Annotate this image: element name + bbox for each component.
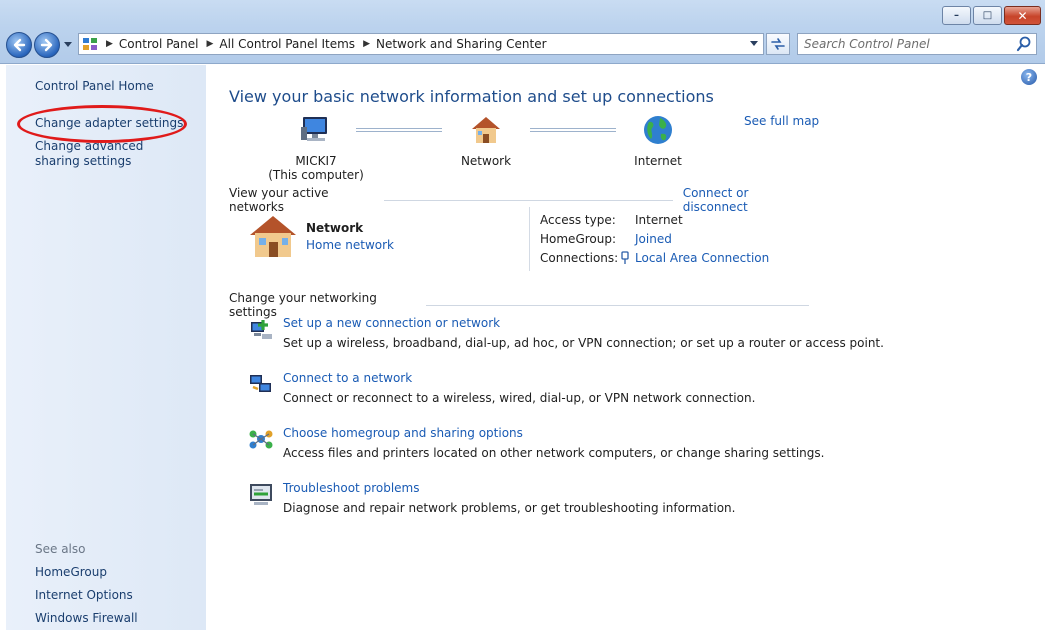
chevron-down-icon [750,41,758,46]
homegroup-label: HomeGroup: [540,232,617,246]
address-history-dropdown[interactable] [747,37,761,51]
sidebar-link-internet-options[interactable]: Internet Options [35,588,133,603]
connect-to-network-desc: Connect or reconnect to a wireless, wire… [283,391,756,405]
control-panel-icon [83,38,97,50]
help-icon[interactable]: ? [1021,69,1037,85]
window-frame: – □ ✕ ▶ Control Panel ▶ All Control Pane… [0,0,1045,64]
sidebar-link-control-panel-home[interactable]: Control Panel Home [35,79,154,94]
active-network: Network Home network [248,213,394,259]
map-connector [356,128,442,132]
homegroup-icon [249,430,273,449]
settings-title: Change your networking settings [229,291,377,319]
refresh-icon [771,38,785,50]
minimize-button[interactable]: – [942,6,971,25]
chevron-down-icon [64,42,72,47]
internet-label: Internet [634,154,682,168]
map-node-network[interactable]: Network [446,113,526,168]
troubleshoot-link[interactable]: Troubleshoot problems [283,481,419,495]
globe-icon [644,116,672,144]
sidebar-link-homegroup[interactable]: HomeGroup [35,565,107,580]
connect-network-icon [250,375,271,392]
refresh-button[interactable] [766,33,790,55]
new-connection-icon [251,320,272,339]
computer-icon [301,117,327,141]
search-icon[interactable] [1015,35,1033,53]
forward-button[interactable] [34,32,60,58]
back-arrow-icon [13,38,26,52]
close-button[interactable]: ✕ [1004,6,1041,25]
breadcrumb-separator-icon: ▶ [363,39,370,49]
section-divider [426,304,809,306]
sidebar-link-windows-firewall[interactable]: Windows Firewall [35,611,138,626]
house-icon [472,117,500,143]
breadcrumb-control-panel[interactable]: Control Panel [119,37,199,51]
search-box [797,33,1037,55]
access-type-label: Access type: [540,213,616,227]
active-networks-header: View your active networks Connect or dis… [229,186,809,214]
maximize-button[interactable]: □ [973,6,1002,25]
map-node-computer: MICKI7 (This computer) [256,113,376,182]
connect-to-network-link[interactable]: Connect to a network [283,371,412,385]
see-full-map-link[interactable]: See full map [744,114,819,128]
network-type-link[interactable]: Home network [306,238,394,252]
search-input[interactable] [804,35,1015,53]
sidebar-link-change-adapter-settings[interactable]: Change adapter settings [35,116,183,131]
breadcrumb-separator-icon: ▶ [106,39,113,49]
sidebar: Control Panel Home Change adapter settin… [6,65,206,630]
window-controls: – □ ✕ [942,6,1041,25]
network-label: Network [460,154,512,168]
address-bar[interactable]: ▶ Control Panel ▶ All Control Panel Item… [78,33,764,55]
local-area-connection-link[interactable]: Local Area Connection [635,251,769,265]
setup-connection-link[interactable]: Set up a new connection or network [283,316,500,330]
house-icon [250,216,296,257]
map-node-internet[interactable]: Internet [618,113,698,168]
nav-buttons [6,32,73,58]
homegroup-joined-link[interactable]: Joined [635,232,672,246]
homegroup-sharing-desc: Access files and printers located on oth… [283,446,825,460]
access-type-value: Internet [635,213,683,227]
see-also-heading: See also [35,542,86,556]
recent-pages-dropdown[interactable] [63,34,73,56]
computer-sub: (This computer) [268,168,364,182]
ethernet-plug-icon [621,251,629,264]
connect-or-disconnect-link[interactable]: Connect or disconnect [683,186,809,214]
back-button[interactable] [6,32,32,58]
section-divider [383,199,673,201]
main-content: ? View your basic network information an… [206,65,1045,630]
breadcrumb-network-center[interactable]: Network and Sharing Center [376,37,547,51]
breadcrumb-all-items[interactable]: All Control Panel Items [219,37,355,51]
sidebar-link-advanced-sharing[interactable]: Change advanced sharing settings [35,139,185,169]
computer-name: MICKI7 [295,154,337,168]
setup-connection-desc: Set up a wireless, broadband, dial-up, a… [283,336,884,350]
active-networks-title: View your active networks [229,186,329,214]
breadcrumb: ▶ Control Panel ▶ All Control Panel Item… [98,37,547,51]
settings-header: Change your networking settings [229,291,809,319]
forward-arrow-icon [40,38,53,52]
vertical-divider [529,207,530,271]
map-connector [530,128,616,132]
homegroup-sharing-link[interactable]: Choose homegroup and sharing options [283,426,523,440]
connections-label: Connections: [540,251,619,265]
troubleshoot-desc: Diagnose and repair network problems, or… [283,501,736,515]
active-network-name: Network [306,221,364,235]
breadcrumb-separator-icon: ▶ [206,39,214,49]
page-title: View your basic network information and … [229,87,714,106]
troubleshoot-icon [250,484,272,505]
